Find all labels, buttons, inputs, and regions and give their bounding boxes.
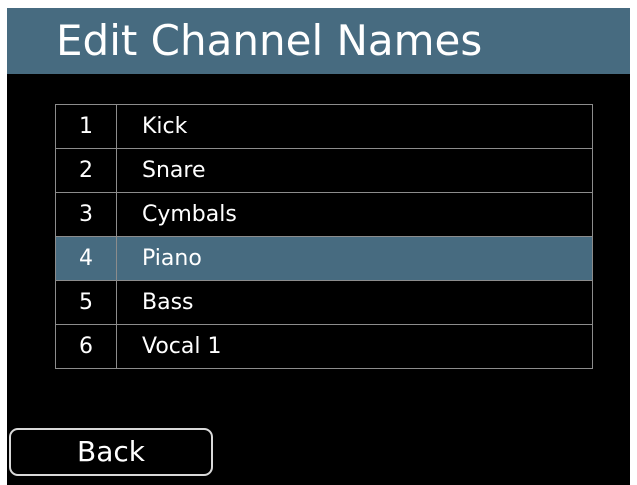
channel-row[interactable]: 2 Snare: [55, 148, 593, 193]
channel-number: 2: [55, 148, 117, 193]
back-button[interactable]: Back: [9, 428, 213, 476]
channel-name[interactable]: Piano: [116, 236, 593, 281]
header-bar: Edit Channel Names: [7, 8, 630, 74]
channel-row[interactable]: 1 Kick: [55, 104, 593, 149]
channel-edit-screen: Edit Channel Names 1 Kick 2 Snare 3 Cymb…: [7, 8, 630, 485]
channel-number: 3: [55, 192, 117, 237]
channel-row[interactable]: 3 Cymbals: [55, 192, 593, 237]
channel-number: 1: [55, 104, 117, 149]
channel-number: 4: [55, 236, 117, 281]
channel-row[interactable]: 5 Bass: [55, 280, 593, 325]
channel-list: 1 Kick 2 Snare 3 Cymbals 4 Piano 5 Bass …: [55, 104, 593, 369]
channel-name[interactable]: Snare: [116, 148, 593, 193]
channel-number: 6: [55, 324, 117, 369]
channel-name[interactable]: Bass: [116, 280, 593, 325]
channel-name[interactable]: Cymbals: [116, 192, 593, 237]
channel-row[interactable]: 4 Piano: [55, 236, 593, 281]
channel-name[interactable]: Vocal 1: [116, 324, 593, 369]
channel-number: 5: [55, 280, 117, 325]
channel-row[interactable]: 6 Vocal 1: [55, 324, 593, 369]
page-title: Edit Channel Names: [56, 16, 483, 65]
channel-name[interactable]: Kick: [116, 104, 593, 149]
